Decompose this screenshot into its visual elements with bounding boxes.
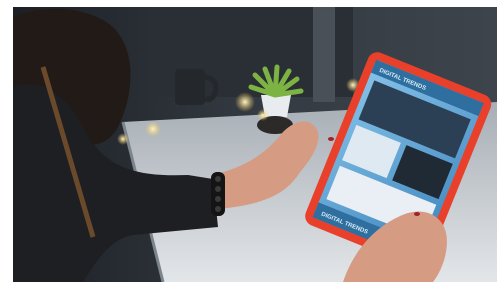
back-pillar [313, 7, 335, 102]
photo-scene: DIGITAL TRENDS DIGITAL TRENDS [13, 7, 497, 282]
bracelet-icon [211, 172, 225, 216]
